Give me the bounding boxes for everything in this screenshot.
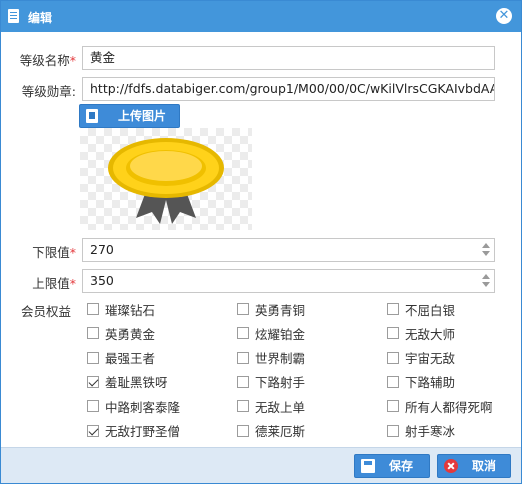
checkbox-box[interactable] (87, 303, 99, 315)
lower-limit-label-text: 下限值 (32, 245, 70, 260)
level-name-label-text: 等级名称 (19, 53, 70, 68)
checkbox-box[interactable] (237, 327, 249, 340)
benefit-checkbox[interactable]: 英勇黄金 (87, 324, 155, 342)
benefit-checkbox[interactable]: 德莱厄斯 (237, 422, 305, 440)
benefit-label: 世界制霸 (255, 351, 306, 367)
benefit-label: 最强王者 (105, 351, 156, 367)
checkbox-box[interactable] (237, 400, 249, 413)
benefit-label: 无敌大师 (405, 326, 456, 342)
badge-preview (80, 128, 252, 230)
checkbox-box[interactable] (387, 327, 399, 340)
checkbox-box[interactable] (387, 375, 399, 388)
checkbox-box[interactable] (387, 351, 399, 364)
benefit-label: 无敌打野圣僧 (105, 424, 181, 439)
benefit-label: 英勇青铜 (255, 302, 306, 318)
benefit-label: 射手寒冰 (405, 424, 456, 439)
benefit-label: 宇宙无敌 (405, 351, 456, 367)
document-icon (8, 9, 19, 23)
benefit-label: 璀璨钻石 (105, 302, 156, 318)
member-benefits-label: 会员权益 (21, 304, 72, 319)
lower-limit-value: 270 (90, 242, 114, 257)
checkbox-box[interactable] (387, 400, 399, 413)
upper-limit-value: 350 (90, 273, 114, 288)
checkbox-box[interactable] (237, 303, 249, 315)
benefit-checkbox[interactable]: 射手寒冰 (387, 422, 455, 440)
checkbox-box[interactable] (237, 375, 249, 388)
benefit-checkbox[interactable]: 所有人都得死啊 (387, 397, 493, 415)
cancel-label: 取消 (472, 459, 497, 473)
required-mark: * (69, 53, 76, 68)
close-icon[interactable]: ✕ (496, 8, 512, 24)
benefit-checkbox[interactable]: 下路射手 (237, 373, 305, 391)
upper-limit-spinner[interactable] (481, 273, 491, 289)
edit-dialog: 编辑 ✕ 等级名称* 黄金 等级勋章: http://fdfs.databige… (0, 0, 522, 484)
benefit-label: 所有人都得死啊 (405, 399, 493, 415)
benefit-checkbox[interactable]: 宇宙无敌 (387, 349, 455, 367)
save-button[interactable]: 保存 (354, 454, 430, 478)
benefit-checkbox[interactable]: 下路辅助 (387, 373, 455, 391)
level-name-label: 等级名称* (1, 50, 76, 69)
benefit-label: 不屈白银 (405, 302, 456, 318)
upper-limit-label: 上限值* (1, 273, 76, 292)
benefit-label: 中路刺客泰隆 (105, 399, 181, 415)
benefit-checkbox[interactable]: 中路刺客泰隆 (87, 397, 180, 415)
gold-medal-image (108, 138, 224, 224)
level-badge-url-input[interactable]: http://fdfs.databiger.com/group1/M00/00/… (82, 77, 495, 101)
required-mark: * (69, 276, 76, 291)
required-mark: * (69, 245, 76, 260)
benefit-label: 下路辅助 (405, 375, 456, 391)
dialog-title: 编辑 (28, 11, 53, 25)
lower-limit-label: 下限值* (1, 242, 76, 261)
checkbox-box[interactable] (87, 424, 99, 437)
benefit-checkbox[interactable]: 炫耀铂金 (237, 324, 305, 342)
checkbox-box[interactable] (87, 400, 99, 413)
cancel-icon (444, 459, 458, 473)
lower-limit-spinner[interactable] (481, 242, 491, 258)
benefit-label: 羞耻黑铁呀 (105, 375, 168, 391)
level-name-input[interactable]: 黄金 (82, 46, 495, 70)
checkbox-box[interactable] (237, 351, 249, 364)
level-badge-label: 等级勋章: (21, 84, 76, 99)
benefit-checkbox[interactable]: 无敌上单 (237, 397, 305, 415)
benefit-label: 下路射手 (255, 375, 306, 391)
checkbox-box[interactable] (237, 424, 249, 437)
checkbox-box[interactable] (87, 351, 99, 364)
checkbox-box[interactable] (87, 375, 99, 388)
benefit-checkbox[interactable]: 英勇青铜 (237, 300, 305, 318)
benefit-label: 炫耀铂金 (255, 326, 306, 342)
benefit-label: 英勇黄金 (105, 326, 156, 342)
benefit-checkbox[interactable]: 最强王者 (87, 349, 155, 367)
benefit-checkbox[interactable]: 璀璨钻石 (87, 300, 155, 318)
save-icon (361, 459, 375, 473)
benefit-checkbox[interactable]: 羞耻黑铁呀 (87, 373, 168, 391)
benefit-label: 无敌上单 (255, 399, 306, 415)
checkbox-box[interactable] (387, 303, 399, 315)
cancel-button[interactable]: 取消 (437, 454, 511, 478)
benefit-checkbox[interactable]: 世界制霸 (237, 349, 305, 367)
dialog-titlebar: 编辑 ✕ (1, 1, 521, 32)
lower-limit-input[interactable]: 270 (82, 238, 495, 262)
benefit-checkbox[interactable]: 不屈白银 (387, 300, 455, 318)
checkbox-box[interactable] (87, 327, 99, 340)
upper-limit-label-text: 上限值 (32, 276, 70, 291)
dialog-footer: 保存 取消 (1, 447, 521, 483)
benefit-checkbox[interactable]: 无敌打野圣僧 (87, 422, 180, 440)
benefit-label: 德莱厄斯 (255, 424, 306, 439)
save-label: 保存 (389, 459, 414, 473)
upload-image-label: 上传图片 (118, 109, 167, 123)
benefit-checkbox[interactable]: 无敌大师 (387, 324, 455, 342)
checkbox-box[interactable] (387, 424, 399, 437)
upper-limit-input[interactable]: 350 (82, 269, 495, 293)
image-upload-icon (86, 109, 98, 123)
upload-image-button[interactable]: 上传图片 (79, 104, 180, 128)
